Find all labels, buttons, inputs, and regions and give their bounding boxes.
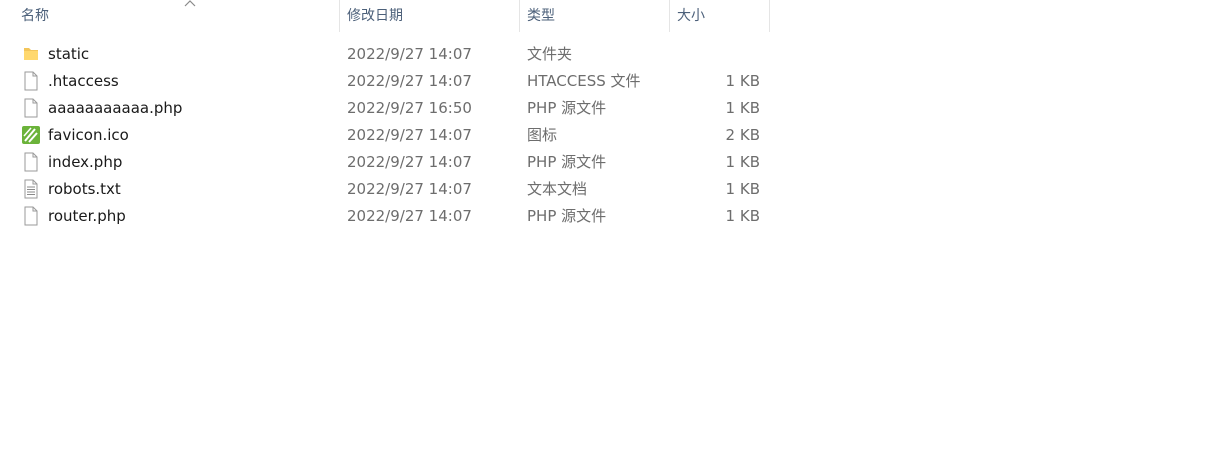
file-date: 2022/9/27 14:07	[347, 72, 472, 90]
column-header-name[interactable]: 名称	[14, 0, 340, 32]
file-size: 1 KB	[725, 207, 760, 225]
file-name: router.php	[48, 207, 126, 225]
file-name: index.php	[48, 153, 123, 171]
file-explorer: 名称 修改日期 类型 大小 static 2022/9/27 14:07 文件夹	[0, 0, 1206, 466]
file-row[interactable]: favicon.ico 2022/9/27 14:07 图标 2 KB	[0, 121, 770, 148]
file-type: 文本文档	[527, 180, 588, 198]
file-list: static 2022/9/27 14:07 文件夹 .htaccess 202…	[0, 40, 770, 229]
sort-ascending-icon	[184, 0, 196, 7]
file-name: robots.txt	[48, 180, 121, 198]
file-row[interactable]: .htaccess 2022/9/27 14:07 HTACCESS 文件 1 …	[0, 67, 770, 94]
folder-icon	[24, 48, 38, 60]
column-header-date-label: 修改日期	[347, 8, 403, 24]
file-date: 2022/9/27 14:07	[347, 180, 472, 198]
file-type: PHP 源文件	[527, 99, 607, 117]
column-header-type-label: 类型	[527, 8, 555, 24]
column-header-size-label: 大小	[677, 8, 705, 24]
text-file-icon	[24, 179, 38, 199]
file-size: 1 KB	[725, 99, 760, 117]
file-row[interactable]: robots.txt 2022/9/27 14:07 文本文档 1 KB	[0, 175, 770, 202]
file-type: 图标	[527, 126, 558, 144]
column-header-type[interactable]: 类型	[520, 0, 670, 32]
file-date: 2022/9/27 14:07	[347, 207, 472, 225]
file-size: 1 KB	[725, 72, 760, 90]
file-icon	[24, 206, 38, 226]
file-type: HTACCESS 文件	[527, 72, 641, 90]
file-size: 1 KB	[725, 153, 760, 171]
file-date: 2022/9/27 16:50	[347, 99, 472, 117]
file-date: 2022/9/27 14:07	[347, 126, 472, 144]
file-name: .htaccess	[48, 72, 119, 90]
file-date: 2022/9/27 14:07	[347, 45, 472, 63]
column-header-bar: 名称 修改日期 类型 大小	[0, 0, 770, 32]
file-row[interactable]: index.php 2022/9/27 14:07 PHP 源文件 1 KB	[0, 148, 770, 175]
file-name: favicon.ico	[48, 126, 129, 144]
column-header-size[interactable]: 大小	[670, 0, 770, 32]
file-type: PHP 源文件	[527, 207, 607, 225]
file-name: static	[48, 45, 90, 63]
file-name: aaaaaaaaaaa.php	[48, 99, 183, 117]
column-header-name-label: 名称	[21, 8, 49, 24]
file-icon	[24, 71, 38, 91]
file-icon	[24, 98, 38, 118]
file-size: 2 KB	[725, 126, 760, 144]
file-type: PHP 源文件	[527, 153, 607, 171]
file-size: 1 KB	[725, 180, 760, 198]
file-icon	[24, 152, 38, 172]
file-row[interactable]: aaaaaaaaaaa.php 2022/9/27 16:50 PHP 源文件 …	[0, 94, 770, 121]
file-row[interactable]: router.php 2022/9/27 14:07 PHP 源文件 1 KB	[0, 202, 770, 229]
file-type: 文件夹	[527, 45, 573, 63]
file-row[interactable]: static 2022/9/27 14:07 文件夹	[0, 40, 770, 67]
favicon-icon	[22, 126, 40, 144]
file-date: 2022/9/27 14:07	[347, 153, 472, 171]
column-header-date[interactable]: 修改日期	[340, 0, 520, 32]
